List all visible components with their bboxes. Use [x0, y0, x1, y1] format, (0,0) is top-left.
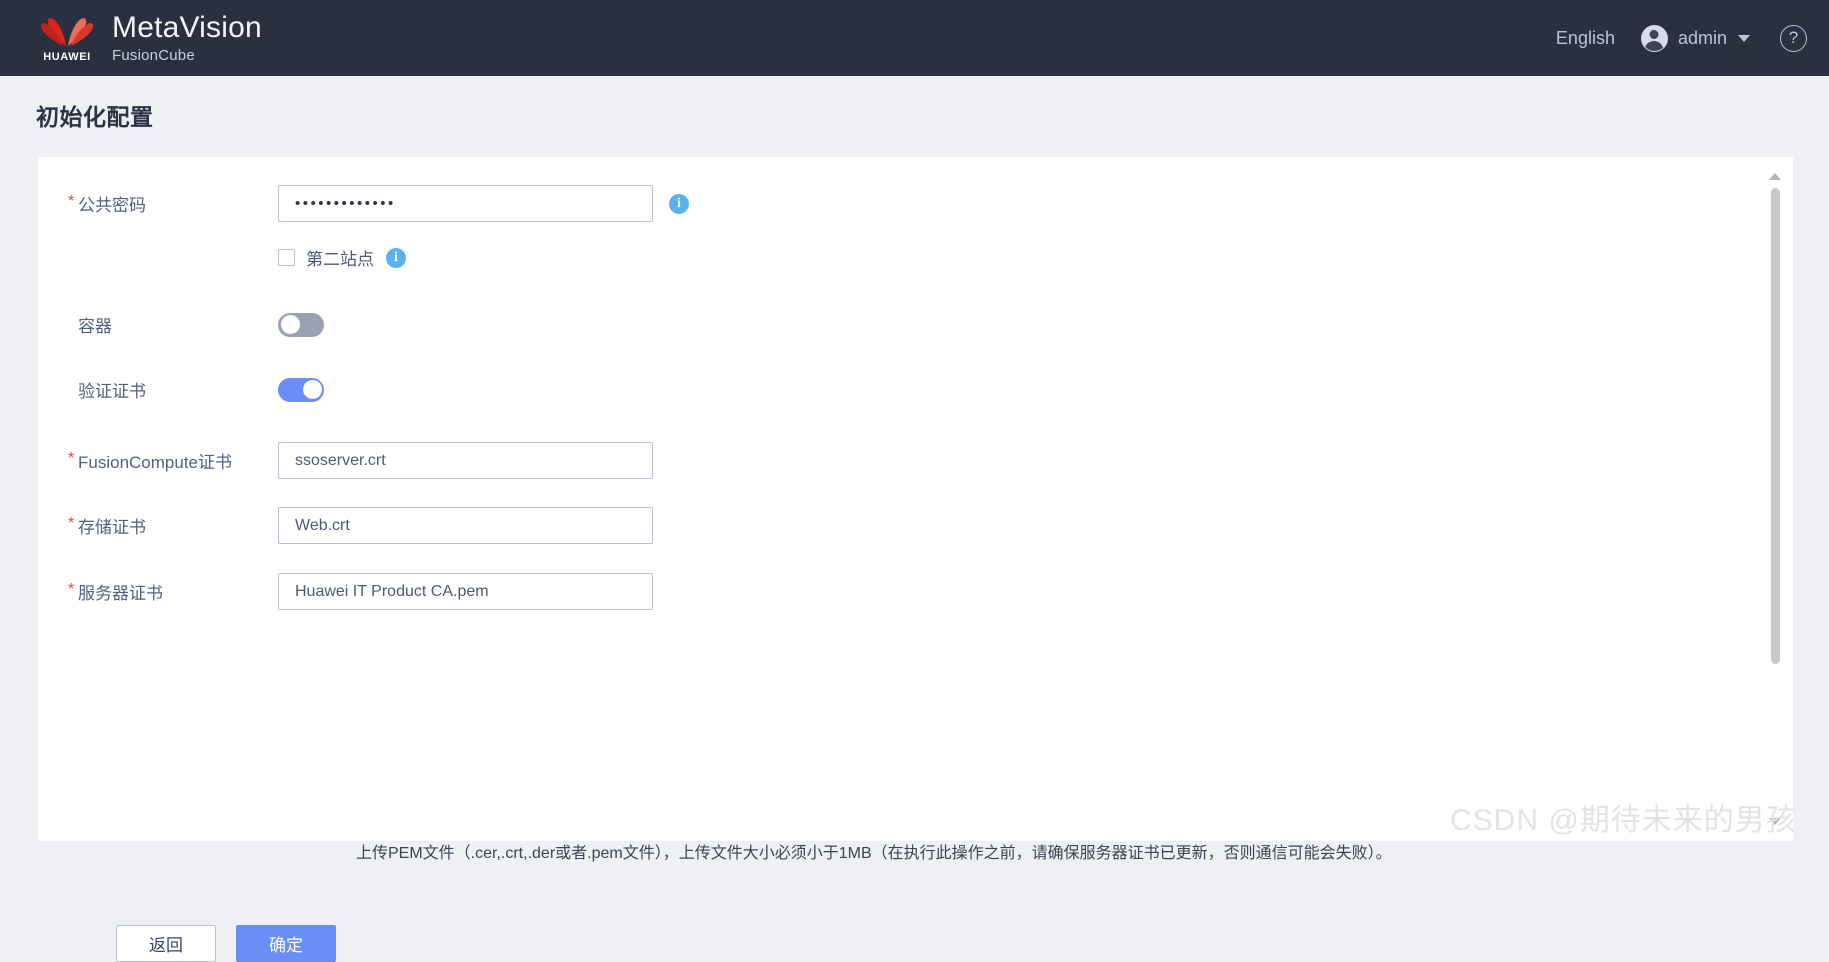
second-site-label: 第二站点: [306, 250, 374, 269]
server-cert-label: * 服务器证书: [38, 579, 278, 604]
verify-certificate-toggle-group: [278, 377, 324, 402]
scroll-up-arrow-icon[interactable]: [1769, 173, 1781, 180]
scrollbar-thumb[interactable]: [1771, 188, 1780, 664]
avatar: [1640, 24, 1668, 52]
fusioncompute-cert-input[interactable]: [278, 442, 653, 479]
verify-certificate-label-text: 验证证书: [78, 382, 146, 401]
form-row-second-site: 第二站点 i: [38, 245, 406, 270]
verify-certificate-toggle[interactable]: [278, 377, 324, 402]
fusioncompute-cert-label: * FusionCompute证书: [38, 448, 278, 473]
fusioncompute-cert-field-group: [278, 442, 653, 479]
brand-logo-block: HUAWEI MetaVision FusionCube: [36, 10, 262, 66]
toggle-knob: [302, 380, 322, 399]
initialization-config-panel: * 公共密码 i 第二站点 i 容器: [38, 157, 1793, 962]
product-title: MetaVision: [112, 11, 262, 45]
upload-hint-text: 上传PEM文件（.cer,.crt,.der或者.pem文件），上传文件大小必须…: [356, 845, 1392, 862]
server-cert-input[interactable]: [278, 573, 653, 610]
verify-certificate-label: 验证证书: [38, 377, 278, 402]
storage-cert-field-group: [278, 507, 653, 544]
vertical-scrollbar[interactable]: [1765, 165, 1785, 833]
fusioncompute-cert-label-text: FusionCompute证书: [78, 453, 233, 472]
second-site-checkbox-group[interactable]: 第二站点 i: [278, 245, 406, 270]
form-actions: 返回 确定: [116, 925, 336, 962]
user-name-label: admin: [1677, 27, 1727, 48]
form-row-container: 容器: [38, 312, 324, 337]
huawei-flower-icon: [40, 17, 94, 46]
info-icon[interactable]: i: [386, 247, 406, 268]
public-password-field-group: i: [278, 185, 689, 222]
storage-cert-label-text: 存储证书: [78, 518, 146, 537]
page-title: 初始化配置: [36, 104, 154, 130]
form-row-public-password: * 公共密码 i: [38, 185, 689, 222]
form-row-server-cert: * 服务器证书: [38, 573, 653, 610]
container-toggle[interactable]: [278, 312, 324, 337]
required-marker: *: [68, 193, 75, 210]
scrollbar-track[interactable]: [1765, 188, 1785, 810]
confirm-button[interactable]: 确定: [236, 925, 336, 962]
language-switcher[interactable]: English: [1556, 28, 1615, 49]
huawei-wordmark: HUAWEI: [43, 50, 91, 63]
product-subtitle: FusionCube: [112, 46, 195, 64]
form-row-verify-certificate: 验证证书: [38, 377, 324, 402]
huawei-logo: HUAWEI: [36, 10, 98, 66]
user-menu[interactable]: admin: [1640, 24, 1750, 52]
storage-cert-input[interactable]: [278, 507, 653, 544]
back-button[interactable]: 返回: [116, 925, 216, 962]
storage-cert-label: * 存储证书: [38, 513, 278, 538]
server-cert-label-text: 服务器证书: [78, 584, 163, 603]
top-header-bar: HUAWEI MetaVision FusionCube English adm…: [0, 0, 1829, 76]
required-marker: *: [68, 581, 75, 598]
help-icon[interactable]: ?: [1780, 24, 1807, 52]
container-toggle-group: [278, 312, 324, 337]
header-actions: English admin ?: [1556, 24, 1807, 52]
info-icon[interactable]: i: [669, 193, 689, 214]
public-password-label: * 公共密码: [38, 191, 278, 216]
scroll-down-arrow-icon[interactable]: [1769, 818, 1781, 825]
chevron-down-icon: [1738, 34, 1750, 42]
form-row-storage-cert: * 存储证书: [38, 507, 653, 544]
product-name-block: MetaVision FusionCube: [112, 12, 262, 64]
server-cert-field-group: [278, 573, 653, 610]
required-marker: *: [68, 515, 75, 532]
container-label-text: 容器: [78, 317, 112, 336]
public-password-label-text: 公共密码: [78, 196, 146, 215]
form-row-fusioncompute-cert: * FusionCompute证书: [38, 442, 653, 479]
required-marker: *: [68, 450, 75, 467]
second-site-checkbox[interactable]: [278, 249, 295, 266]
container-label: 容器: [38, 312, 278, 337]
public-password-input[interactable]: [278, 185, 653, 222]
toggle-knob: [280, 315, 300, 334]
